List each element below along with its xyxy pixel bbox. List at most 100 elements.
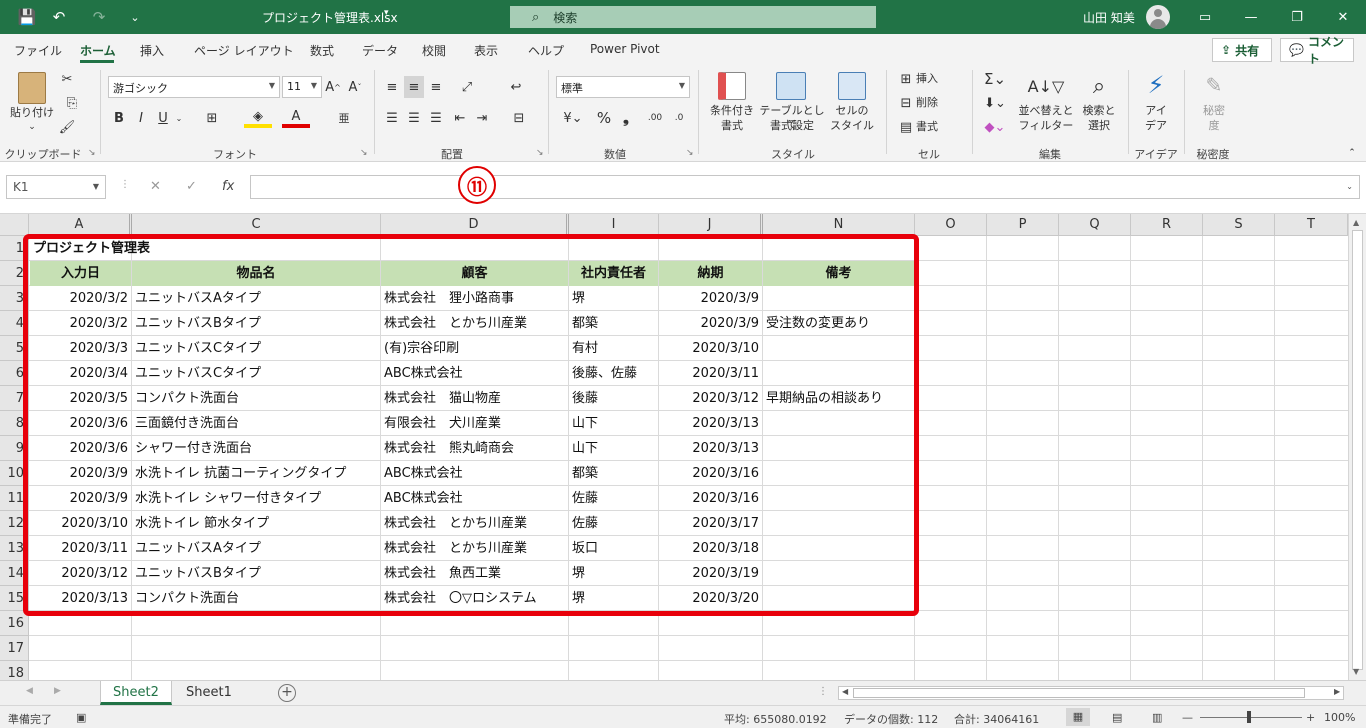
- scroll-up-icon[interactable]: ▲: [1353, 218, 1359, 227]
- insert-cells-icon[interactable]: ⊞: [898, 70, 914, 88]
- shrink-font-icon[interactable]: Aˇ: [346, 77, 364, 97]
- column-header-I[interactable]: I: [569, 214, 659, 236]
- scroll-right-icon[interactable]: ▶: [1334, 687, 1340, 696]
- increase-indent-icon[interactable]: ⇥: [472, 108, 492, 128]
- scroll-down-icon[interactable]: ▼: [1353, 667, 1359, 676]
- expand-formula-icon[interactable]: ⌄: [1346, 182, 1353, 191]
- percent-button[interactable]: %: [594, 108, 614, 128]
- sensitivity-icon[interactable]: ✎: [1200, 70, 1228, 100]
- currency-icon[interactable]: ¥⌄: [556, 108, 590, 128]
- ideas-label-2[interactable]: デア: [1136, 119, 1176, 133]
- share-button[interactable]: ⇪ 共有: [1212, 38, 1272, 62]
- font-size-select[interactable]: 11 ▼: [282, 76, 322, 98]
- decrease-indent-icon[interactable]: ⇤: [450, 108, 470, 128]
- ribbon-display-icon[interactable]: ▭: [1190, 6, 1220, 28]
- number-format-select[interactable]: 標準 ▼: [556, 76, 690, 98]
- tab-help[interactable]: ヘルプ: [528, 42, 564, 59]
- format-cells-icon[interactable]: ▤: [898, 118, 914, 136]
- paste-icon[interactable]: [18, 72, 46, 104]
- format-as-table-icon[interactable]: [776, 72, 806, 100]
- close-icon[interactable]: ✕: [1328, 6, 1358, 28]
- page-layout-view-icon[interactable]: ▤: [1112, 711, 1122, 724]
- paste-dropdown-icon[interactable]: ⌄: [4, 120, 60, 134]
- insert-cells-label[interactable]: 挿入: [916, 72, 960, 86]
- add-sheet-button[interactable]: +: [278, 684, 296, 702]
- underline-button[interactable]: U: [154, 108, 172, 128]
- scroll-left-icon[interactable]: ◀: [842, 687, 848, 696]
- sensitivity-label-1[interactable]: 秘密: [1192, 104, 1236, 118]
- cell-styles-label-2[interactable]: スタイル: [824, 119, 880, 133]
- column-header-P[interactable]: P: [987, 214, 1059, 236]
- number-dialog-icon[interactable]: ↘: [686, 148, 694, 158]
- undo-icon[interactable]: ↶: [46, 6, 72, 28]
- sheet-tab-sheet1[interactable]: Sheet1: [174, 681, 244, 705]
- name-box[interactable]: K1 ▼: [6, 175, 106, 199]
- select-all-button[interactable]: [0, 214, 29, 236]
- prev-sheet-icon[interactable]: ◀: [26, 686, 33, 696]
- alignment-dialog-icon[interactable]: ↘: [536, 148, 544, 158]
- worksheet-grid[interactable]: A C D I J N O P Q R S T 1 2 3 4 5 6 7 8 …: [0, 214, 1348, 680]
- delete-cells-icon[interactable]: ⊟: [898, 94, 914, 112]
- search-box[interactable]: ⌕ 検索: [510, 6, 876, 28]
- ideas-label-1[interactable]: アイ: [1136, 104, 1176, 118]
- align-middle-icon[interactable]: ≡: [404, 76, 424, 98]
- zoom-out-icon[interactable]: —: [1182, 711, 1193, 724]
- align-bottom-icon[interactable]: ≡: [426, 76, 446, 98]
- save-icon[interactable]: 💾: [14, 6, 40, 28]
- ideas-icon[interactable]: ⚡: [1142, 70, 1170, 100]
- copy-icon[interactable]: ⎘: [58, 94, 86, 112]
- tab-view[interactable]: 表示: [474, 42, 498, 59]
- tab-data[interactable]: データ: [362, 42, 398, 59]
- align-top-icon[interactable]: ≡: [382, 76, 402, 98]
- horizontal-scrollbar[interactable]: [838, 686, 1344, 700]
- font-name-select[interactable]: 游ゴシック ▼: [108, 76, 280, 98]
- cut-icon[interactable]: ✂: [58, 70, 76, 88]
- conditional-format-icon[interactable]: [718, 72, 746, 100]
- clear-icon[interactable]: ◆⌄: [982, 118, 1008, 136]
- autosum-icon[interactable]: Σ⌄: [982, 70, 1008, 88]
- sort-filter-label-2[interactable]: フィルター: [1016, 119, 1076, 133]
- delete-cells-label[interactable]: 削除: [916, 96, 960, 110]
- enter-icon[interactable]: ✓: [186, 179, 197, 194]
- fill-icon[interactable]: ⬇⌄: [982, 94, 1008, 112]
- conditional-format-label-1[interactable]: 条件付き: [704, 104, 760, 118]
- scrollbar-thumb[interactable]: [853, 688, 1305, 698]
- column-header-A[interactable]: A: [29, 214, 132, 236]
- column-header-C[interactable]: C: [132, 214, 381, 236]
- tab-home[interactable]: ホーム: [80, 42, 116, 59]
- column-header-S[interactable]: S: [1203, 214, 1275, 236]
- grow-font-icon[interactable]: A ^: [324, 77, 342, 97]
- increase-decimal-icon[interactable]: .00: [644, 108, 666, 128]
- tab-insert[interactable]: 挿入: [140, 42, 164, 59]
- zoom-level[interactable]: 100%: [1324, 711, 1355, 724]
- sort-filter-icon[interactable]: A↓▽: [1028, 72, 1065, 100]
- sensitivity-label-2[interactable]: 度: [1192, 119, 1236, 133]
- cell-styles-label-1[interactable]: セルの: [824, 104, 880, 118]
- underline-dropdown-icon[interactable]: ⌄: [174, 108, 184, 128]
- redo-icon dim[interactable]: ↷: [86, 6, 112, 28]
- paste-label[interactable]: 貼り付け: [4, 106, 60, 120]
- restore-icon[interactable]: ❐: [1282, 6, 1312, 28]
- comment-button[interactable]: 💬 コメント: [1280, 35, 1354, 66]
- column-header-J[interactable]: J: [659, 214, 763, 236]
- macro-record-icon[interactable]: ▣: [76, 711, 86, 724]
- find-select-label-2[interactable]: 選択: [1076, 119, 1122, 133]
- column-header-R[interactable]: R: [1131, 214, 1203, 236]
- tab-file[interactable]: ファイル: [14, 42, 62, 59]
- customize-qat-icon[interactable]: ⌄: [122, 6, 148, 28]
- insert-function-icon[interactable]: fx: [222, 179, 234, 194]
- title-dropdown-icon[interactable]: ▾: [384, 8, 389, 18]
- format-cells-label[interactable]: 書式: [916, 120, 960, 134]
- format-painter-icon[interactable]: 🖌: [58, 118, 76, 136]
- row-header[interactable]: 18: [0, 661, 29, 680]
- tab-page-layout[interactable]: ページ レイアウト: [194, 42, 294, 59]
- formula-input[interactable]: ⌄: [250, 175, 1360, 199]
- font-color-icon[interactable]: A: [282, 108, 310, 128]
- bold-button[interactable]: B: [110, 108, 128, 128]
- column-header-N[interactable]: N: [763, 214, 915, 236]
- minimize-icon[interactable]: —: [1236, 6, 1266, 28]
- sort-filter-label-1[interactable]: 並べ替えと: [1016, 104, 1076, 118]
- row-header[interactable]: 17: [0, 636, 29, 661]
- column-header-Q[interactable]: Q: [1059, 214, 1131, 236]
- merge-center-icon[interactable]: ⊟: [504, 108, 534, 128]
